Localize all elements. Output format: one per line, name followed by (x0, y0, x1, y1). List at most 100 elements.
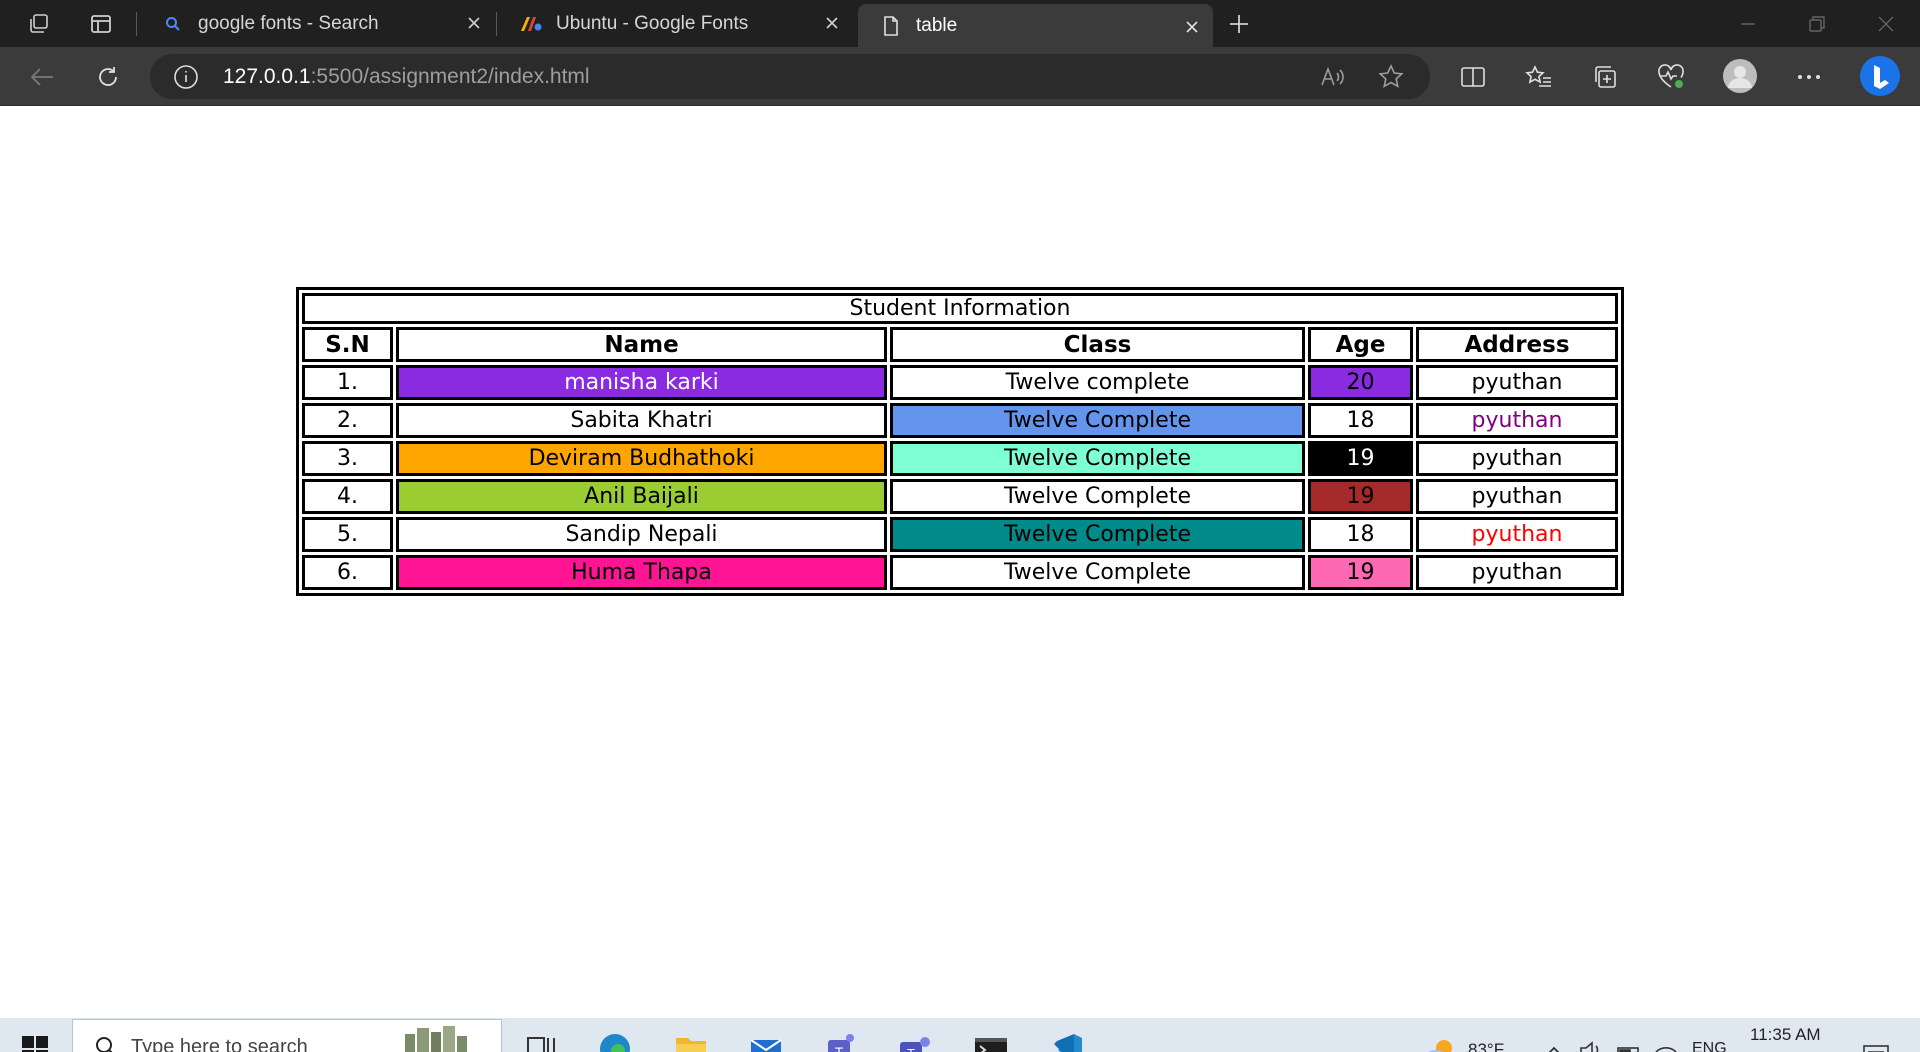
cell-name: Huma Thapa (396, 555, 887, 590)
tab-title: table (916, 14, 958, 36)
edge-taskbar-icon[interactable] (598, 1032, 632, 1052)
split-screen-icon[interactable] (1458, 62, 1488, 92)
battery-icon[interactable] (1616, 1032, 1642, 1052)
chevron-up-icon[interactable] (1544, 1032, 1564, 1052)
cell-name: Anil Baijali (396, 479, 887, 514)
tab-table[interactable]: table (858, 4, 1213, 47)
cell-class: Twelve Complete (890, 555, 1305, 590)
browser-toolbar: 127.0.0.1:5500/assignment2/index.html (0, 47, 1920, 106)
cell-age: 20 (1308, 365, 1413, 400)
url-text: 127.0.0.1:5500/assignment2/index.html (223, 65, 590, 89)
terminal-icon[interactable] (974, 1032, 1008, 1052)
teams-icon[interactable]: T (824, 1032, 858, 1052)
tab-actions-icon[interactable] (88, 11, 114, 37)
file-explorer-icon[interactable] (674, 1032, 708, 1052)
cell-age: 18 (1308, 517, 1413, 552)
cell-age: 19 (1308, 479, 1413, 514)
bing-copilot-icon[interactable] (1858, 54, 1902, 98)
favorite-star-icon[interactable] (1378, 64, 1404, 94)
header-sn: S.N (302, 327, 393, 362)
windows-taskbar: Type here to search T T 83°F ENG (0, 1018, 1920, 1052)
url-path: :5500/assignment2/index.html (310, 65, 590, 88)
windows-start-icon[interactable] (22, 1036, 48, 1052)
header-age: Age (1308, 327, 1413, 362)
teams-work-icon[interactable]: T (898, 1032, 932, 1052)
tab-title: google fonts - Search (198, 12, 379, 34)
mail-icon[interactable] (749, 1032, 783, 1052)
url-host: 127.0.0.1 (223, 65, 311, 88)
cell-sn: 6. (302, 555, 393, 590)
table-row: 4. Anil Baijali Twelve Complete 19 pyuth… (302, 479, 1618, 514)
site-info-icon[interactable] (173, 64, 199, 94)
taskbar-search-box[interactable]: Type here to search (72, 1019, 502, 1052)
cell-class: Twelve Complete (890, 517, 1305, 552)
more-options-icon[interactable] (1794, 62, 1824, 92)
table-row: 2. Sabita Khatri Twelve Complete 18 pyut… (302, 403, 1618, 438)
cell-sn: 3. (302, 441, 393, 476)
close-icon[interactable] (463, 12, 485, 34)
table-row: 1. manisha karki Twelve complete 20 pyut… (302, 365, 1618, 400)
new-tab-icon[interactable] (1226, 11, 1252, 37)
svg-text:T: T (907, 1046, 915, 1052)
language-indicator[interactable]: ENG (1692, 1040, 1727, 1052)
clock-time[interactable]: 11:35 AM (1750, 1025, 1821, 1045)
cell-address: pyuthan (1416, 441, 1618, 476)
search-icon (162, 13, 184, 35)
svg-text:T: T (835, 1044, 844, 1052)
search-highlight-icon (395, 1024, 475, 1052)
header-name: Name (396, 327, 887, 362)
back-icon[interactable] (27, 62, 57, 92)
page-icon (880, 15, 902, 37)
table-caption-row: Student Information (302, 293, 1618, 324)
restore-icon[interactable] (1805, 12, 1829, 36)
header-class: Class (890, 327, 1305, 362)
close-icon[interactable] (821, 12, 843, 34)
cell-address: pyuthan (1416, 365, 1618, 400)
tab-google-search[interactable]: google fonts - Search (140, 0, 495, 47)
minimize-icon[interactable] (1736, 12, 1760, 36)
cell-class: Twelve Complete (890, 479, 1305, 514)
cell-class: Twelve complete (890, 365, 1305, 400)
cell-sn: 1. (302, 365, 393, 400)
collections-icon[interactable] (1590, 62, 1620, 92)
tab-ubuntu-fonts[interactable]: Ubuntu - Google Fonts (498, 0, 853, 47)
read-aloud-icon[interactable] (1320, 65, 1346, 93)
google-fonts-icon (520, 13, 542, 35)
cell-sn: 2. (302, 403, 393, 438)
close-icon[interactable] (1181, 16, 1203, 38)
page-content: Student Information S.N Name Class Age A… (0, 106, 1920, 1018)
header-address: Address (1416, 327, 1618, 362)
task-view-icon[interactable] (524, 1032, 558, 1052)
student-info-table: Student Information S.N Name Class Age A… (296, 287, 1624, 596)
cell-address: pyuthan (1416, 517, 1618, 552)
cell-name: manisha karki (396, 365, 887, 400)
notifications-icon[interactable] (1860, 1032, 1894, 1052)
browser-essentials-icon[interactable] (1656, 62, 1686, 92)
table-row: 3. Deviram Budhathoki Twelve Complete 19… (302, 441, 1618, 476)
window-close-icon[interactable] (1874, 12, 1898, 36)
profile-avatar-icon[interactable] (1722, 58, 1758, 94)
volume-icon[interactable] (1578, 1032, 1604, 1052)
weather-icon[interactable] (1424, 1032, 1458, 1052)
weather-temperature[interactable]: 83°F (1468, 1040, 1504, 1052)
address-bar[interactable]: 127.0.0.1:5500/assignment2/index.html (150, 54, 1430, 99)
cell-name: Sabita Khatri (396, 403, 887, 438)
wifi-icon[interactable] (1652, 1032, 1680, 1052)
refresh-icon[interactable] (93, 62, 123, 92)
cell-address: pyuthan (1416, 555, 1618, 590)
cell-address: pyuthan (1416, 479, 1618, 514)
table-row: 5. Sandip Nepali Twelve Complete 18 pyut… (302, 517, 1618, 552)
cell-address: pyuthan (1416, 403, 1618, 438)
cell-sn: 5. (302, 517, 393, 552)
workspaces-icon[interactable] (26, 11, 52, 37)
vscode-icon[interactable] (1050, 1032, 1084, 1052)
cell-sn: 4. (302, 479, 393, 514)
cell-age: 18 (1308, 403, 1413, 438)
table-row: 6. Huma Thapa Twelve Complete 19 pyuthan (302, 555, 1618, 590)
cell-class: Twelve Complete (890, 441, 1305, 476)
cell-age: 19 (1308, 555, 1413, 590)
favorites-icon[interactable] (1524, 62, 1554, 92)
cell-name: Sandip Nepali (396, 517, 887, 552)
tab-bar: google fonts - Search Ubuntu - Google Fo… (0, 0, 1920, 47)
cell-name: Deviram Budhathoki (396, 441, 887, 476)
